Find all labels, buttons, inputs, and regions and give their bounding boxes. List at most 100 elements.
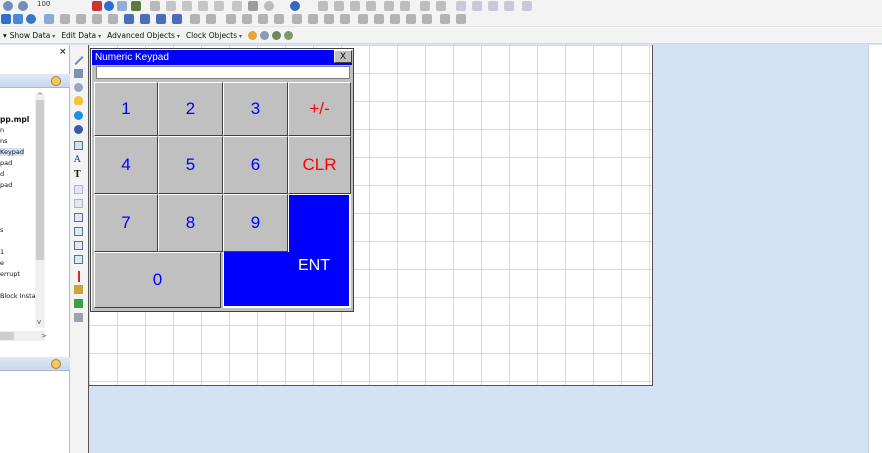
key-7[interactable]: 7 — [94, 194, 158, 252]
pause-icon[interactable] — [182, 1, 192, 11]
help-icon[interactable] — [290, 1, 300, 11]
undo-icon[interactable] — [420, 1, 430, 11]
tree-item-project[interactable]: pp.mpl — [0, 115, 29, 124]
tree-item[interactable]: pad — [0, 159, 12, 167]
size-height-icon[interactable] — [206, 14, 216, 24]
fork-icon[interactable] — [522, 1, 532, 11]
tree-hscroll-thumb[interactable] — [0, 332, 14, 340]
tree-scroll-thumb[interactable] — [36, 100, 44, 260]
tree-item[interactable]: n — [0, 126, 4, 134]
send-back-icon[interactable] — [108, 14, 118, 24]
same-height-icon[interactable] — [422, 14, 432, 24]
copy-icon[interactable] — [334, 1, 344, 11]
align-left-icon[interactable] — [226, 14, 236, 24]
distribute-h-icon[interactable] — [324, 14, 334, 24]
same-width-icon[interactable] — [406, 14, 416, 24]
arrow-right-icon[interactable] — [140, 14, 150, 24]
menu-caret-left[interactable]: ▾ — [3, 31, 7, 40]
center-v-icon[interactable] — [374, 14, 384, 24]
transfer-icon[interactable] — [131, 1, 141, 11]
tree-item[interactable]: pad — [0, 181, 12, 189]
menu-advanced-objects[interactable]: Advanced Objects ▾ — [107, 31, 180, 40]
tree-item-keypad[interactable]: Keypad — [0, 148, 25, 156]
step-icon[interactable] — [166, 1, 176, 11]
insert-icon[interactable] — [384, 1, 394, 11]
date-object-icon[interactable] — [272, 30, 282, 40]
paste-icon[interactable] — [350, 1, 360, 11]
key-5[interactable]: 5 — [158, 136, 223, 194]
alarm-tool-icon[interactable] — [74, 285, 83, 294]
keypad-title-bar[interactable]: Numeric Keypad — [92, 50, 352, 65]
key-1[interactable]: 1 — [94, 82, 158, 136]
lightbulb-tool-icon[interactable] — [74, 96, 83, 105]
text-field-icon[interactable] — [74, 199, 83, 208]
window-icon[interactable] — [456, 1, 466, 11]
menu-show-data[interactable]: Show Data ▾ — [10, 31, 56, 40]
clock-icon[interactable] — [264, 1, 274, 11]
center-h-icon[interactable] — [358, 14, 368, 24]
scroll-down-icon[interactable]: v — [37, 318, 41, 326]
delete-icon[interactable] — [400, 1, 410, 11]
same-size-icon[interactable] — [390, 14, 400, 24]
screen-icon[interactable] — [1, 14, 11, 24]
indicator-tool-icon[interactable] — [74, 111, 83, 120]
zoom-in-icon[interactable] — [3, 1, 13, 11]
distribute-v-icon[interactable] — [340, 14, 350, 24]
menu-clock-objects[interactable]: Clock Objects ▾ — [186, 31, 242, 40]
numeric-keypad[interactable]: Numeric Keypad X 1 2 3 +/- 4 5 6 CLR 7 8… — [90, 48, 354, 312]
numeric-field-icon[interactable] — [74, 185, 83, 194]
window-icon-2[interactable] — [472, 1, 482, 11]
key-enter[interactable]: ENT — [223, 252, 351, 308]
button-tool-icon[interactable] — [74, 125, 83, 134]
key-6[interactable]: 6 — [223, 136, 288, 194]
align-top-icon[interactable] — [274, 14, 284, 24]
double-left-icon[interactable] — [156, 14, 166, 24]
key-8[interactable]: 8 — [158, 194, 223, 252]
size-width-icon[interactable] — [190, 14, 200, 24]
close-icon[interactable]: × — [59, 47, 67, 57]
clock-object-icon[interactable] — [248, 30, 258, 40]
timer-object-icon[interactable] — [260, 30, 270, 40]
align-bottom-icon[interactable] — [308, 14, 318, 24]
align-middle-icon[interactable] — [292, 14, 302, 24]
zoom-level[interactable]: 100 — [37, 0, 50, 8]
key-3[interactable]: 3 — [223, 82, 288, 136]
date-field-icon[interactable] — [74, 227, 83, 236]
tree-item-block-instance[interactable]: Block Insta — [0, 292, 36, 300]
align-center-icon[interactable] — [242, 14, 252, 24]
order-icon[interactable] — [440, 14, 450, 24]
key-4[interactable]: 4 — [94, 136, 158, 194]
play-icon[interactable] — [150, 1, 160, 11]
grid-icon[interactable] — [117, 1, 127, 11]
order-icon-2[interactable] — [456, 14, 466, 24]
double-right-icon[interactable] — [172, 14, 182, 24]
align-right-icon[interactable] — [258, 14, 268, 24]
text-t-tool-icon[interactable]: T — [74, 170, 83, 180]
target-icon[interactable] — [26, 14, 36, 24]
bar-graph-icon[interactable] — [78, 271, 80, 282]
key-enter-top[interactable] — [288, 194, 351, 252]
line-tool-icon[interactable] — [74, 55, 84, 66]
window-icon-3[interactable] — [488, 1, 498, 11]
key-0[interactable]: 0 — [94, 252, 221, 308]
redo-icon[interactable] — [436, 1, 446, 11]
cut-icon[interactable] — [318, 1, 328, 11]
key-9[interactable]: 9 — [223, 194, 288, 252]
key-clear[interactable]: CLR — [288, 136, 351, 194]
zoom-out-icon[interactable] — [18, 1, 28, 11]
globe-icon[interactable] — [104, 1, 114, 11]
tree-item[interactable]: d — [0, 170, 4, 178]
collapse-icon[interactable] — [51, 359, 61, 369]
list-field-icon[interactable] — [74, 255, 83, 264]
tree-item[interactable]: e — [0, 259, 4, 267]
key-2[interactable]: 2 — [158, 82, 223, 136]
image-tool-icon[interactable] — [74, 141, 83, 150]
scroll-right-icon[interactable]: > — [41, 332, 47, 340]
ellipse-tool-icon[interactable] — [74, 83, 83, 92]
alarm-object-icon[interactable] — [284, 30, 294, 40]
tree-item[interactable]: errupt — [0, 270, 20, 278]
stop-icon[interactable] — [198, 1, 208, 11]
tree-item[interactable]: 1 — [0, 248, 4, 256]
tree-item[interactable]: s — [0, 226, 3, 234]
window-icon-4[interactable] — [504, 1, 514, 11]
